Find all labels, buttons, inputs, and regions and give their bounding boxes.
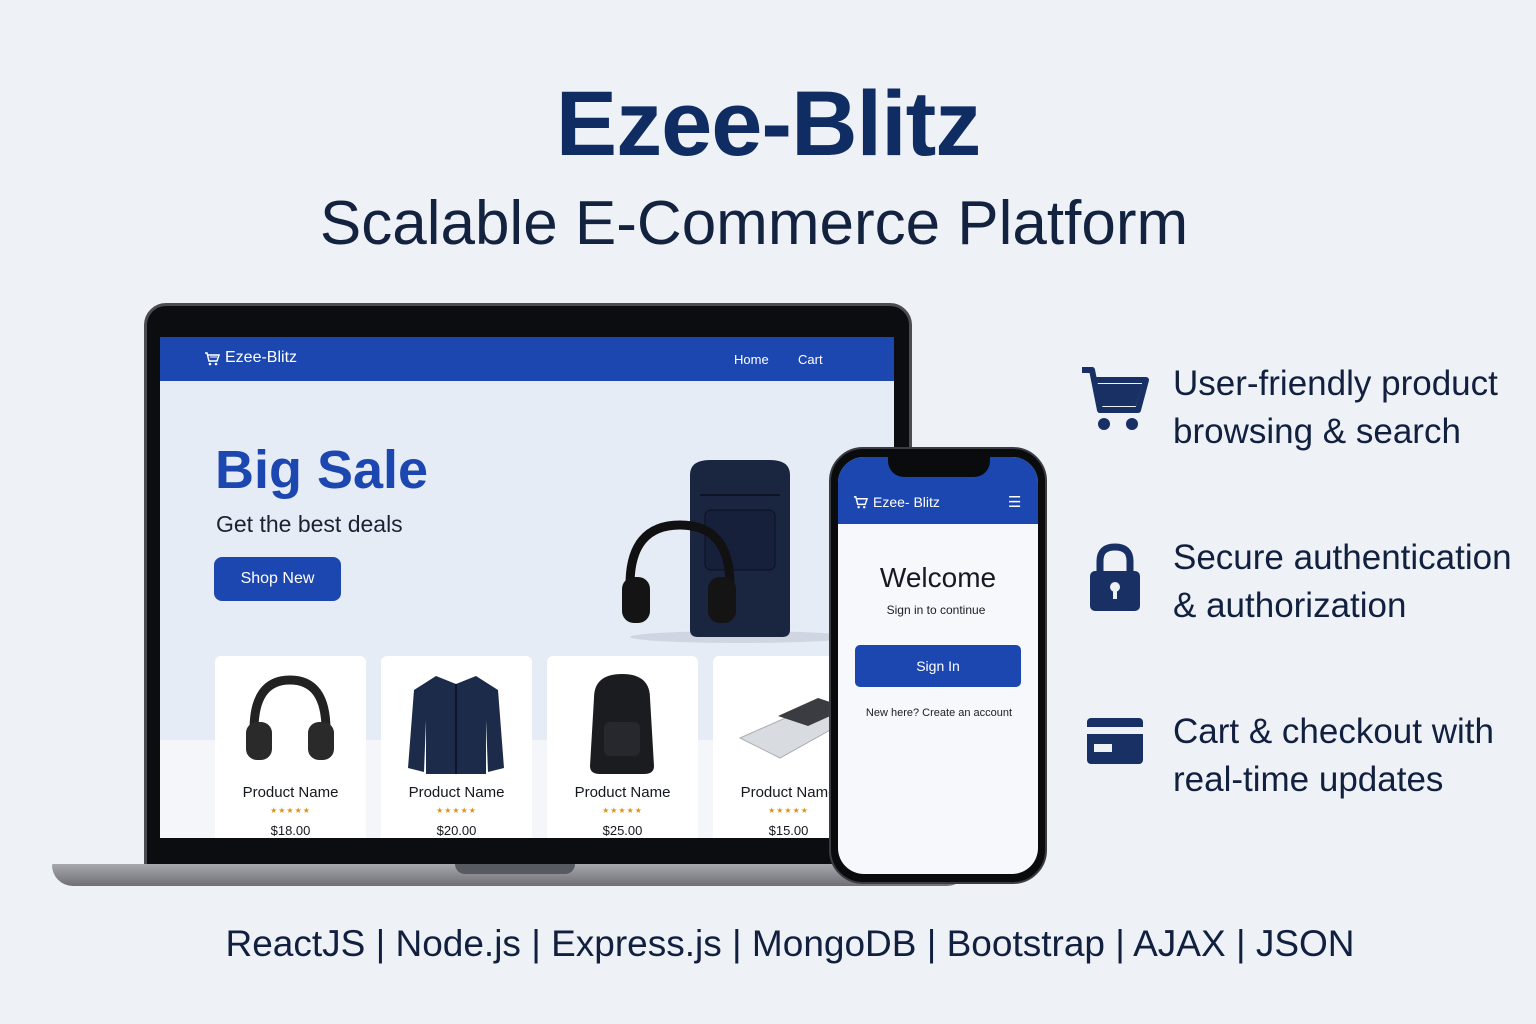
backpack-icon — [590, 674, 654, 774]
product-rating: ★★★★★ — [602, 806, 643, 815]
hero-subtitle: Scalable E-Commerce Platform — [319, 189, 1189, 258]
product-name[interactable]: Product Name — [547, 784, 698, 801]
feature-checkout: Cart & checkout with real-time updates — [1173, 712, 1494, 799]
laptop-notch — [455, 864, 575, 874]
product-card[interactable]: Product Name ★★★★★ $25.00 — [547, 656, 698, 838]
hero-tagline: Get the best deals — [216, 511, 403, 537]
login-heading: Welcome — [879, 562, 997, 593]
cart-logo-icon — [853, 496, 868, 509]
shopping-cart-icon — [1082, 367, 1149, 430]
feature-authentication: Secure authentication & authorization — [1173, 538, 1512, 625]
hero-product-image — [622, 460, 840, 643]
phone-brand[interactable]: Ezee- Blitz — [873, 494, 940, 510]
credit-card-icon — [1087, 718, 1143, 764]
product-name[interactable]: Product Name — [381, 784, 532, 801]
laptop-navbar: Ezee-Blitz Home Cart — [160, 337, 894, 381]
product-price: $25.00 — [602, 823, 643, 838]
laptop-screen: Ezee-Blitz Home Cart Big Sale Get the be… — [160, 337, 894, 838]
product-price: $20.00 — [436, 823, 477, 838]
phone-navbar: Ezee- Blitz ☰ — [838, 457, 1038, 524]
product-name[interactable]: Product Name — [215, 784, 366, 801]
shop-now-button[interactable]: Shop New — [214, 557, 341, 601]
product-price: $18.00 — [270, 823, 311, 838]
product-card[interactable]: Product Name ★★★★★ $20.00 — [381, 656, 532, 838]
phone-notch — [888, 457, 990, 477]
product-rating: ★★★★★ — [436, 806, 477, 815]
hero-title: Ezee-Blitz — [555, 73, 982, 175]
create-account-link[interactable]: New here? Create an account — [838, 707, 1038, 719]
hero-heading: Big Sale — [215, 440, 429, 500]
sign-in-button[interactable]: Sign In — [855, 645, 1021, 687]
product-rating: ★★★★★ — [270, 806, 311, 815]
login-subheading: Sign in to continue — [886, 603, 986, 617]
cart-logo-icon — [205, 352, 220, 366]
tech-stack: ReactJS | Node.js | Express.js | MongoDB… — [225, 923, 1355, 964]
nav-link-home[interactable]: Home — [734, 352, 769, 367]
hamburger-menu-icon[interactable]: ☰ — [1008, 493, 1021, 511]
headphones-icon — [246, 675, 334, 760]
feature-browsing: User-friendly product browsing & search — [1173, 364, 1498, 451]
nav-link-cart[interactable]: Cart — [798, 352, 823, 367]
jacket-icon — [408, 676, 504, 774]
laptop-brand[interactable]: Ezee-Blitz — [225, 349, 297, 367]
product-card[interactable]: Product Name ★★★★★ $18.00 — [215, 656, 366, 838]
padlock-icon — [1090, 543, 1140, 611]
phone-screen: Ezee- Blitz ☰ Welcome Sign in to continu… — [838, 457, 1038, 874]
